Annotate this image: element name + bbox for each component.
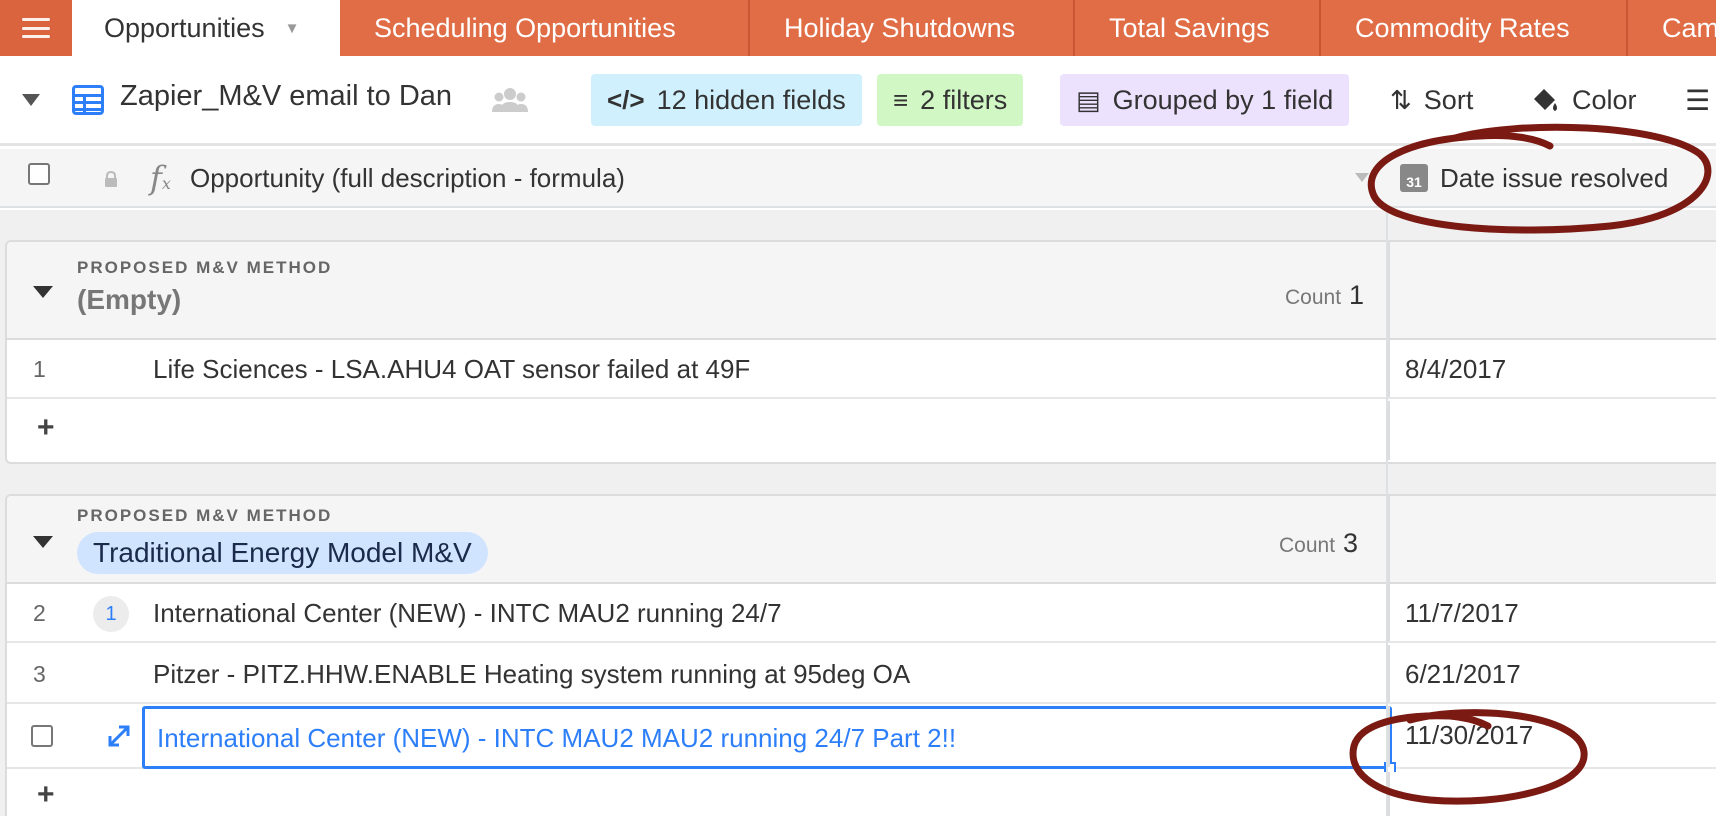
opportunity-cell-text: International Center (NEW) - INTC MAU2 M… bbox=[157, 723, 957, 753]
group-field-name: PROPOSED M&V METHOD bbox=[77, 506, 333, 525]
row-checkbox[interactable] bbox=[31, 725, 53, 747]
view-chevron-down-icon[interactable] bbox=[22, 94, 40, 106]
filters-button[interactable]: ≡ 2 filters bbox=[877, 74, 1024, 126]
opportunity-cell[interactable]: International Center (NEW) - INTC MAU2 r… bbox=[153, 598, 782, 629]
tab-label: Cam bbox=[1662, 12, 1716, 43]
hamburger-icon bbox=[22, 18, 50, 38]
group-header: PROPOSED M&V METHOD Traditional Energy M… bbox=[7, 496, 1716, 584]
count-value: 3 bbox=[1343, 528, 1359, 558]
count-value: 1 bbox=[1349, 280, 1365, 310]
color-button[interactable]: Color bbox=[1530, 74, 1637, 126]
column-separator bbox=[1388, 706, 1390, 767]
tab-label: Scheduling Opportunities bbox=[374, 12, 676, 43]
opportunity-cell[interactable]: Life Sciences - LSA.AHU4 OAT sensor fail… bbox=[153, 354, 750, 385]
table-row[interactable]: 3 Pitzer - PITZ.HHW.ENABLE Heating syste… bbox=[7, 645, 1716, 704]
collaborators-icon[interactable] bbox=[492, 86, 528, 114]
add-record-row[interactable]: + bbox=[7, 401, 1716, 460]
comment-count-badge[interactable]: 1 bbox=[93, 596, 129, 632]
opportunity-cell[interactable]: Pitzer - PITZ.HHW.ENABLE Heating system … bbox=[153, 659, 910, 690]
group-count: Count 1 bbox=[1285, 280, 1364, 311]
menu-button[interactable] bbox=[0, 0, 72, 56]
column-menu-chevron-icon[interactable] bbox=[1355, 173, 1369, 182]
color-label: Color bbox=[1572, 84, 1637, 115]
plus-icon[interactable]: + bbox=[37, 411, 55, 445]
tab-label: Total Savings bbox=[1109, 12, 1270, 43]
group-header: PROPOSED M&V METHOD (Empty) Count 1 bbox=[7, 242, 1716, 340]
table-row-selected[interactable]: International Center (NEW) - INTC MAU2 M… bbox=[7, 706, 1716, 774]
date-column-divider bbox=[1386, 210, 1388, 816]
tab-cam[interactable]: Cam bbox=[1628, 0, 1716, 56]
date-cell[interactable]: 11/30/2017 bbox=[1405, 720, 1533, 751]
sort-label: Sort bbox=[1423, 84, 1474, 115]
column-separator bbox=[1388, 496, 1390, 582]
grid-body: PROPOSED M&V METHOD (Empty) Count 1 1 Lif… bbox=[0, 210, 1716, 816]
plus-icon[interactable]: + bbox=[37, 778, 55, 812]
table-tab-bar: Opportunities ▼ Scheduling Opportunities… bbox=[0, 0, 1716, 56]
table-row[interactable]: 2 1 International Center (NEW) - INTC MA… bbox=[7, 584, 1716, 643]
sort-button[interactable]: ⇅ Sort bbox=[1390, 74, 1473, 126]
tab-total-savings[interactable]: Total Savings bbox=[1075, 0, 1321, 56]
group-button[interactable]: ▤ Grouped by 1 field bbox=[1060, 74, 1350, 126]
column-header-opportunity[interactable]: Opportunity (full description - formula) bbox=[190, 163, 625, 194]
hide-fields-icon: </> bbox=[607, 84, 645, 115]
row-number: 2 bbox=[33, 600, 46, 626]
chevron-down-icon[interactable]: ▼ bbox=[285, 20, 300, 37]
tab-label: Holiday Shutdowns bbox=[784, 12, 1016, 43]
group-value-chip: Traditional Energy Model M&V bbox=[77, 532, 488, 574]
column-separator bbox=[1388, 401, 1390, 460]
view-name[interactable]: Zapier_M&V email to Dan bbox=[120, 80, 452, 113]
group-label: Grouped by 1 field bbox=[1112, 84, 1334, 115]
group-icon: ▤ bbox=[1076, 84, 1101, 115]
group-field-name: PROPOSED M&V METHOD bbox=[77, 258, 333, 277]
sort-icon: ⇅ bbox=[1390, 84, 1412, 115]
filter-icon: ≡ bbox=[893, 84, 909, 115]
row-height-button[interactable]: ☰ bbox=[1685, 74, 1710, 126]
filters-label: 2 filters bbox=[920, 84, 1008, 115]
paint-bucket-icon bbox=[1534, 89, 1557, 111]
count-label: Count bbox=[1279, 534, 1336, 557]
record-group: PROPOSED M&V METHOD Traditional Energy M… bbox=[5, 494, 1716, 816]
add-record-row[interactable]: + bbox=[7, 772, 1716, 816]
record-group: PROPOSED M&V METHOD (Empty) Count 1 1 Lif… bbox=[5, 240, 1716, 464]
column-separator bbox=[1388, 645, 1390, 702]
column-header-date-issue-resolved[interactable]: Date issue resolved bbox=[1440, 163, 1668, 194]
column-separator bbox=[1388, 584, 1390, 641]
tab-scheduling-opportunities[interactable]: Scheduling Opportunities bbox=[340, 0, 750, 56]
tab-holiday-shutdowns[interactable]: Holiday Shutdowns bbox=[750, 0, 1075, 56]
grid-header: fx Opportunity (full description - formu… bbox=[0, 149, 1716, 208]
column-separator bbox=[1388, 340, 1390, 397]
expand-record-icon[interactable] bbox=[107, 724, 131, 748]
collapse-group-icon[interactable] bbox=[33, 286, 53, 298]
hidden-fields-button[interactable]: </> 12 hidden fields bbox=[591, 74, 862, 126]
collapse-group-icon[interactable] bbox=[33, 536, 53, 548]
select-all-checkbox[interactable] bbox=[28, 163, 50, 185]
table-row[interactable]: 1 Life Sciences - LSA.AHU4 OAT sensor fa… bbox=[7, 340, 1716, 399]
count-label: Count bbox=[1285, 286, 1342, 309]
formula-field-icon: fx bbox=[150, 159, 171, 197]
selected-opportunity-cell[interactable]: International Center (NEW) - INTC MAU2 M… bbox=[142, 706, 1392, 769]
date-cell[interactable]: 6/21/2017 bbox=[1405, 659, 1521, 690]
group-value: (Empty) bbox=[77, 284, 182, 315]
tab-opportunities[interactable]: Opportunities ▼ bbox=[72, 0, 340, 56]
column-separator bbox=[1388, 242, 1390, 338]
column-separator bbox=[1388, 772, 1390, 816]
row-number: 1 bbox=[33, 356, 46, 382]
lock-icon bbox=[105, 171, 117, 187]
date-cell[interactable]: 8/4/2017 bbox=[1405, 354, 1506, 385]
tab-label: Opportunities bbox=[104, 12, 265, 43]
tab-commodity-rates[interactable]: Commodity Rates bbox=[1321, 0, 1628, 56]
row-height-icon: ☰ bbox=[1685, 84, 1711, 116]
hidden-fields-label: 12 hidden fields bbox=[656, 84, 846, 115]
date-cell[interactable]: 11/7/2017 bbox=[1405, 598, 1519, 629]
row-number: 3 bbox=[33, 661, 46, 687]
calendar-icon: 31 bbox=[1400, 164, 1428, 192]
tab-label: Commodity Rates bbox=[1355, 12, 1570, 43]
view-toolbar: Zapier_M&V email to Dan </> 12 hidden fi… bbox=[0, 56, 1716, 146]
grid-view-icon bbox=[72, 85, 104, 115]
group-count: Count 3 bbox=[1279, 528, 1358, 559]
